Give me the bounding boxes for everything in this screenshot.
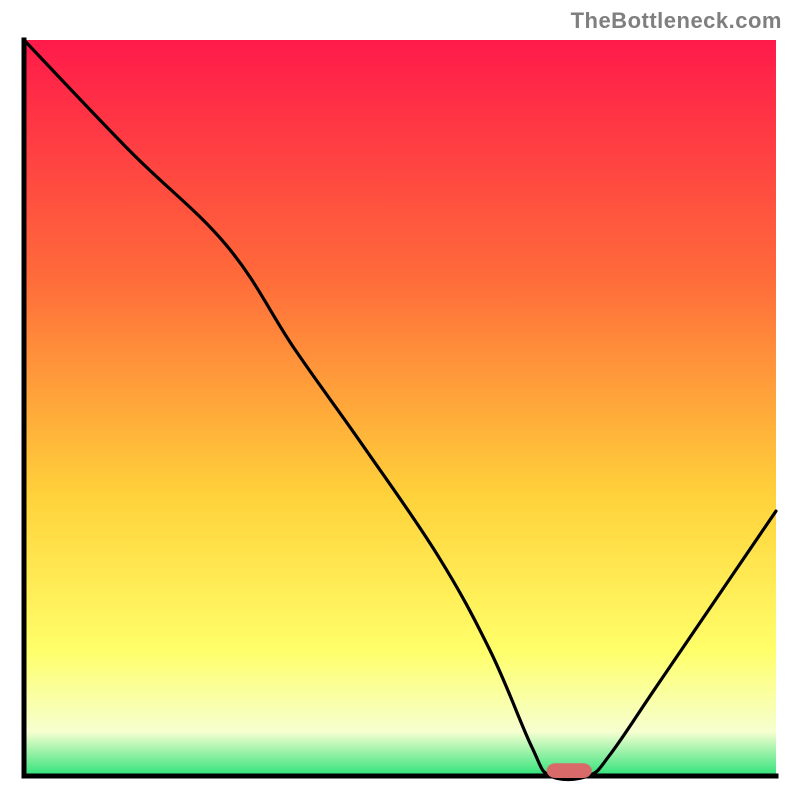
chart-container — [18, 34, 782, 782]
bottleneck-chart — [18, 34, 782, 782]
optimal-marker — [547, 763, 592, 778]
watermark-text: TheBottleneck.com — [571, 8, 782, 34]
plot-background — [24, 40, 776, 776]
